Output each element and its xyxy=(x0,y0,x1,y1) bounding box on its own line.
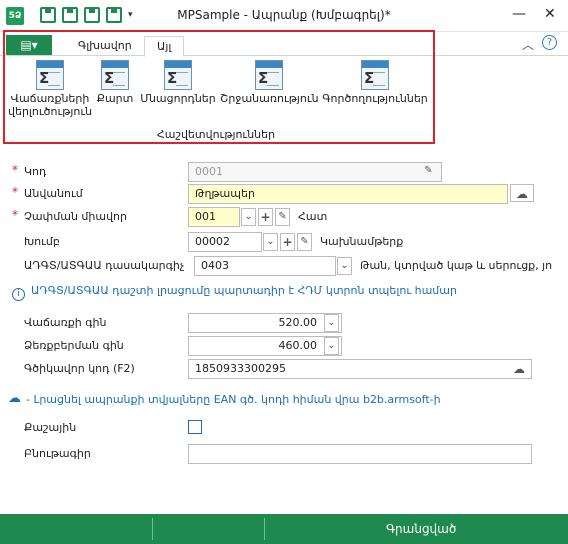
required-mark: * xyxy=(12,163,18,177)
edit-group-icon[interactable]: ✎ xyxy=(297,233,312,251)
edit-unit-icon[interactable]: ✎ xyxy=(275,208,290,226)
ean-fill-link[interactable]: - Լրացնել ապրանքի տվյալները EAN գծ. կոդի… xyxy=(26,393,441,406)
name-label: Անվանում xyxy=(24,187,83,200)
info-message: i ԱԴԳՏ/ԱՏԳԱԱ դաշտի լրացումը պարտադիր է ՀԴ… xyxy=(12,284,457,301)
classifier-label: ԱԴԳՏ/ԱՏԳԱԱ դասակարգիչ xyxy=(24,259,185,272)
classifier-field[interactable]: 0403 xyxy=(194,256,336,276)
required-mark: * xyxy=(12,208,18,222)
required-mark: * xyxy=(12,185,18,199)
purchase-price-label: Ձեռքբերման գին xyxy=(24,339,124,352)
notes-field[interactable] xyxy=(188,444,532,464)
group-name: Կախնամթերք xyxy=(320,235,404,248)
collapse-ribbon-icon[interactable]: ︿ xyxy=(522,36,534,53)
sale-price-dropdown-icon[interactable]: ⌄ xyxy=(324,314,339,332)
unit-field[interactable]: 001 xyxy=(188,207,240,227)
window-title: MPSample - Ապրանք (Խմբագրել)* xyxy=(177,8,391,22)
cloud-icon: ☁ xyxy=(8,391,21,406)
info-text: ԱԴԳՏ/ԱՏԳԱԱ դաշտի լրացումը պարտադիր է ՀԴՄ… xyxy=(31,284,457,297)
code-row: * Կոդ 0001 ✎ xyxy=(0,162,568,184)
sale-price-row: Վաճառքի գին 520.00 ⌄ xyxy=(0,313,568,335)
cloud-icon[interactable]: ☁ xyxy=(508,360,530,378)
purchase-price-field[interactable]: 460.00 xyxy=(188,336,342,356)
name-field[interactable]: Թղթապեր xyxy=(188,184,508,204)
highlight-frame xyxy=(3,30,435,144)
group-field[interactable]: 00002 xyxy=(188,232,262,252)
info-icon: i xyxy=(12,288,25,301)
group-dropdown-icon[interactable]: ⌄ xyxy=(263,233,278,251)
classifier-dropdown-icon[interactable]: ⌄ xyxy=(337,257,352,275)
barcode-label: Գծիկավոր կոդ (F2) xyxy=(24,362,135,375)
group-row: Խումբ 00002 ⌄ + ✎ Կախնամթերք xyxy=(0,232,568,254)
edit-icon[interactable]: ✎ xyxy=(421,163,436,181)
sale-price-field[interactable]: 520.00 xyxy=(188,313,342,333)
code-label: Կոդ xyxy=(24,165,47,178)
close-button[interactable]: ✕ xyxy=(544,6,556,22)
status-divider xyxy=(264,518,265,540)
barcode-row: Գծիկավոր կոդ (F2) 1850933300295 ☁ xyxy=(0,359,568,381)
group-label: Խումբ xyxy=(24,235,60,248)
classifier-name: Թան, կտրված կաթ և սերուցք, յո xyxy=(360,259,553,272)
cloud-icon[interactable]: ☁ xyxy=(510,184,534,202)
title-bar: 5Ձ ▾ MPSample - Ապրանք (Խմբագրել)* — ✕ xyxy=(0,0,568,32)
status-bar: Գրանցված xyxy=(0,514,568,544)
sale-price-label: Վաճառքի գին xyxy=(24,316,107,329)
add-unit-button[interactable]: + xyxy=(258,208,273,226)
code-field[interactable]: 0001 xyxy=(188,162,442,182)
classifier-row: ԱԴԳՏ/ԱՏԳԱԱ դասակարգիչ 0403 ⌄ Թան, կտրված… xyxy=(0,256,568,278)
minimize-button[interactable]: — xyxy=(512,6,526,22)
unit-row: * Չափման միավոր 001 ⌄ + ✎ Հատ xyxy=(0,207,568,229)
help-icon[interactable]: ? xyxy=(542,35,557,50)
notes-row: Բնութագիր xyxy=(0,444,568,466)
service-label: Քաշային xyxy=(24,421,77,434)
status-divider xyxy=(152,518,153,540)
add-group-button[interactable]: + xyxy=(280,233,295,251)
barcode-field[interactable]: 1850933300295 xyxy=(188,359,532,379)
unit-label: Չափման միավոր xyxy=(24,210,127,223)
service-checkbox[interactable] xyxy=(188,420,202,434)
service-row: Քաշային xyxy=(0,418,568,440)
notes-label: Բնութագիր xyxy=(24,447,91,460)
unit-dropdown-icon[interactable]: ⌄ xyxy=(241,208,256,226)
unit-name: Հատ xyxy=(298,210,328,223)
purchase-price-dropdown-icon[interactable]: ⌄ xyxy=(324,337,339,355)
name-row: * Անվանում Թղթապեր ☁ xyxy=(0,184,568,206)
purchase-price-row: Ձեռքբերման գին 460.00 ⌄ xyxy=(0,336,568,358)
record-status: Գրանցված xyxy=(386,522,457,536)
